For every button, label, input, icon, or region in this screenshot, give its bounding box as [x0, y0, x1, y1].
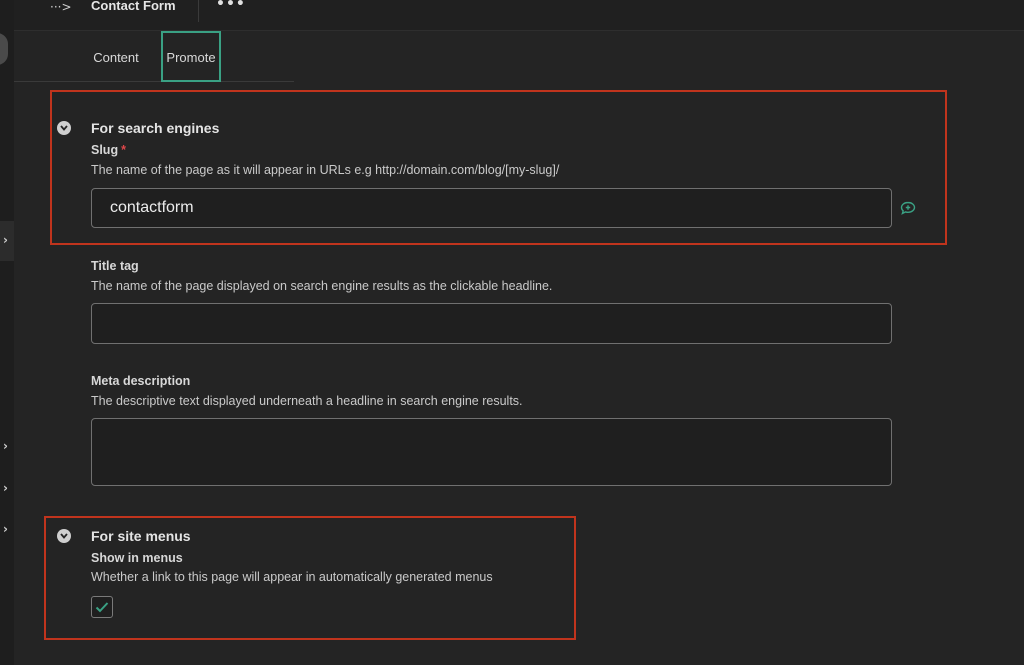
slug-help: The name of the page as it will appear i… [91, 163, 560, 177]
tab-promote[interactable]: Promote [161, 31, 221, 82]
tab-content[interactable]: Content [84, 31, 148, 82]
chevron-down-icon[interactable] [57, 121, 71, 135]
title-tag-label: Title tag [91, 259, 139, 273]
title-tag-input[interactable] [91, 303, 892, 344]
meta-description-input[interactable] [91, 418, 892, 486]
show-in-menus-help: Whether a link to this page will appear … [91, 570, 493, 584]
page-title: Contact Form [91, 0, 176, 13]
chevron-right-icon[interactable]: › [3, 481, 8, 495]
more-options-button[interactable]: ••• [216, 0, 246, 12]
slug-label: Slug * [91, 143, 126, 157]
slug-input[interactable] [91, 188, 892, 228]
chevron-right-icon[interactable]: › [3, 233, 8, 247]
chevron-down-icon[interactable] [57, 529, 71, 543]
title-tag-help: The name of the page displayed on search… [91, 279, 553, 293]
tab-bar: Content Promote [14, 31, 294, 82]
divider [198, 0, 199, 22]
header-bar: ···> Contact Form ••• [14, 0, 1024, 31]
section-title-menus: For site menus [91, 528, 191, 544]
meta-description-label: Meta description [91, 374, 191, 388]
slug-label-text: Slug [91, 143, 119, 157]
show-in-menus-checkbox[interactable] [91, 596, 113, 618]
breadcrumb-icon[interactable]: ···> [50, 0, 72, 14]
meta-description-help: The descriptive text displayed underneat… [91, 394, 523, 408]
show-in-menus-label: Show in menus [91, 551, 183, 565]
section-title-search: For search engines [91, 120, 220, 136]
chevron-right-icon[interactable]: › [3, 522, 8, 536]
required-marker: * [121, 143, 126, 157]
chevron-right-icon[interactable]: › [3, 439, 8, 453]
comment-add-icon[interactable] [900, 201, 916, 220]
left-gutter: › › › › [0, 0, 14, 665]
gutter-knob[interactable] [0, 33, 8, 65]
